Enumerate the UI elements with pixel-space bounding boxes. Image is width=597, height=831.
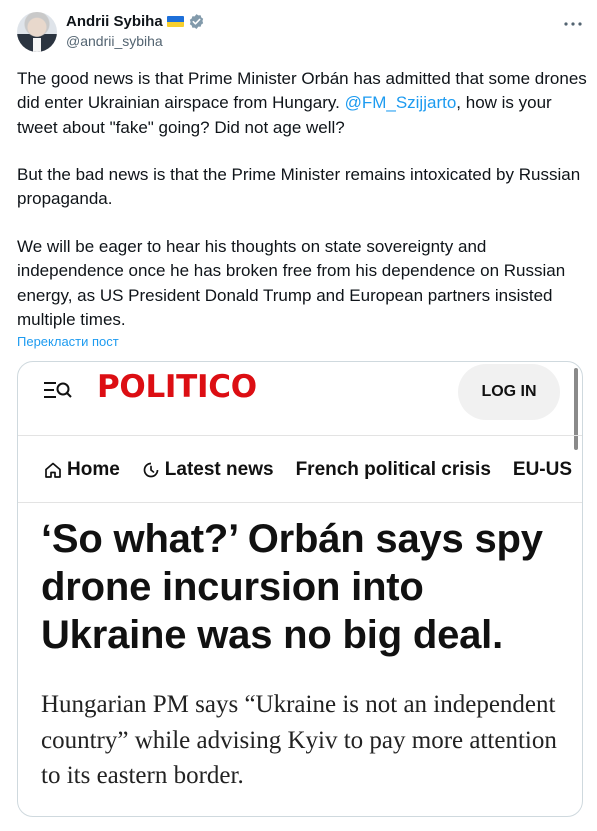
author-name-row: Andrii Sybiha: [66, 13, 205, 30]
ellipsis-icon[interactable]: [563, 14, 583, 34]
embedded-article-card[interactable]: POLITICO LOG IN Home Latest news French …: [17, 361, 583, 817]
author-handle[interactable]: @andrii_sybiha: [66, 33, 163, 49]
home-icon: [45, 462, 61, 478]
menu-search-icon[interactable]: [42, 378, 74, 402]
nav-eu-us[interactable]: EU-US: [513, 459, 572, 481]
politico-logo[interactable]: POLITICO: [97, 369, 257, 405]
author-avatar[interactable]: [17, 12, 57, 52]
translate-post-link[interactable]: Перекласти пост: [17, 334, 119, 349]
author-name[interactable]: Andrii Sybiha: [66, 13, 163, 30]
avatar-shirt: [33, 38, 41, 52]
nav-french-political-crisis[interactable]: French political crisis: [296, 459, 491, 481]
login-button[interactable]: LOG IN: [458, 364, 560, 420]
article-headline[interactable]: ‘So what?’ Orbán says spy drone incursio…: [41, 515, 576, 659]
scrollbar[interactable]: [574, 368, 578, 450]
tweet-paragraph-1: The good news is that Prime Minister Orb…: [17, 67, 589, 140]
mention-link[interactable]: @FM_Szijjarto: [345, 93, 457, 112]
nav-home[interactable]: Home: [44, 459, 120, 481]
nav-french-label: French political crisis: [295, 459, 491, 480]
nav-home-label: Home: [67, 459, 120, 480]
nav-eu-us-label: EU-US: [512, 459, 573, 480]
header-divider: [18, 435, 582, 436]
clock-icon: [143, 462, 159, 478]
tweet-paragraph-3: We will be eager to hear his thoughts on…: [17, 237, 566, 329]
tweet-paragraph-2: But the bad news is that the Prime Minis…: [17, 165, 581, 209]
ukraine-flag-icon: [166, 16, 184, 27]
nav-latest-label: Latest news: [164, 459, 274, 480]
article-dek: Hungarian PM says “Ukraine is not an ind…: [41, 691, 557, 789]
article-nav: Home Latest news French political crisis…: [44, 459, 582, 481]
nav-latest-news[interactable]: Latest news: [142, 459, 274, 481]
verified-badge-icon[interactable]: [188, 13, 205, 30]
nav-divider: [18, 502, 582, 503]
